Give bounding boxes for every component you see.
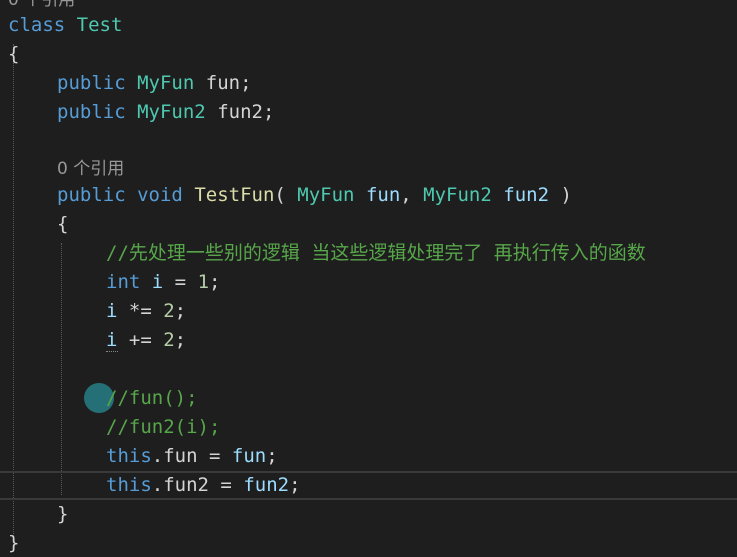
- comma: ,: [400, 184, 424, 206]
- param-type: MyFun2: [423, 184, 492, 206]
- code-line-method-close: }: [57, 500, 68, 529]
- codelens-method-references[interactable]: 0 个引用: [57, 155, 124, 184]
- return-type: void: [137, 184, 183, 206]
- semicolon: ;: [289, 474, 301, 496]
- code-line-assign1: this.fun = fun;: [106, 442, 278, 471]
- code-line-stmt1: int i = 1;: [106, 268, 220, 297]
- param-type: MyFun: [297, 184, 355, 206]
- code-line-field1: public MyFun fun;: [57, 69, 252, 98]
- code-line-class-open: {: [8, 40, 19, 69]
- number: 2: [163, 300, 175, 322]
- modifier: public: [57, 72, 126, 94]
- number: 1: [197, 271, 210, 293]
- paren-close: ): [549, 184, 572, 206]
- param-ref: fun: [231, 445, 267, 467]
- suggestion-squiggle[interactable]: [106, 351, 118, 352]
- keyword-int: int: [106, 271, 141, 293]
- brace-close: }: [57, 503, 69, 525]
- code-line-field2: public MyFun2 fun2;: [57, 98, 274, 127]
- semicolon: ;: [174, 329, 187, 351]
- code-line-comment: //先处理一些别的逻辑 当这些逻辑处理完了 再执行传入的函数: [106, 242, 646, 264]
- code-line-class-close: }: [8, 529, 19, 557]
- dot: .: [151, 474, 164, 496]
- brace-open: {: [8, 43, 20, 65]
- semicolon: ;: [174, 300, 187, 322]
- code-line-method-open: {: [57, 210, 68, 239]
- semicolon: ;: [266, 445, 278, 467]
- semicolon: ;: [240, 72, 252, 94]
- param-name: fun: [365, 184, 401, 206]
- code-line-class-decl: class Test: [8, 11, 122, 40]
- operator: =: [163, 271, 198, 293]
- paren-open: (: [274, 184, 298, 206]
- field-name: fun2: [217, 101, 263, 123]
- code-line-stmt3: i += 2;: [106, 326, 186, 355]
- method-name: TestFun: [194, 184, 275, 206]
- code-line-comment-fun: //fun();: [106, 387, 198, 409]
- code-line-comment-fun2: //fun2(i);: [106, 416, 221, 438]
- operator: +=: [117, 329, 164, 351]
- code-line-method-signature: public void TestFun( MyFun fun, MyFun2 f…: [57, 181, 572, 210]
- keyword-this: this: [106, 445, 152, 467]
- keyword-this: this: [106, 474, 152, 496]
- field-ref: fun2: [163, 474, 209, 496]
- field-type: MyFun: [137, 72, 195, 94]
- indent-guide-class: [13, 44, 14, 534]
- dot: .: [151, 445, 164, 467]
- brace-open: {: [57, 213, 69, 235]
- operator: =: [208, 474, 244, 496]
- operator: =: [197, 445, 232, 467]
- brace-close: }: [8, 532, 20, 554]
- variable: i: [106, 300, 118, 322]
- indent-guide-method: [61, 243, 62, 495]
- modifier: public: [57, 101, 126, 123]
- code-line-stmt2: i *= 2;: [106, 297, 186, 326]
- number: 2: [163, 329, 175, 351]
- code-editor[interactable]: 0 个引用 class Test { public MyFun fun; pub…: [0, 0, 737, 557]
- variable: i: [106, 329, 118, 351]
- code-line-assign2: this.fun2 = fun2;: [106, 471, 301, 500]
- param-name: fun2: [503, 184, 550, 206]
- keyword-class: class: [8, 14, 66, 36]
- semicolon: ;: [209, 271, 221, 293]
- class-name: Test: [76, 14, 123, 36]
- field-ref: fun: [163, 445, 198, 467]
- variable: i: [151, 271, 164, 293]
- modifier: public: [57, 184, 126, 206]
- field-name: fun: [205, 72, 241, 94]
- operator: *=: [117, 300, 164, 322]
- semicolon: ;: [262, 101, 275, 123]
- param-ref: fun2: [243, 474, 290, 496]
- field-type: MyFun2: [137, 101, 206, 123]
